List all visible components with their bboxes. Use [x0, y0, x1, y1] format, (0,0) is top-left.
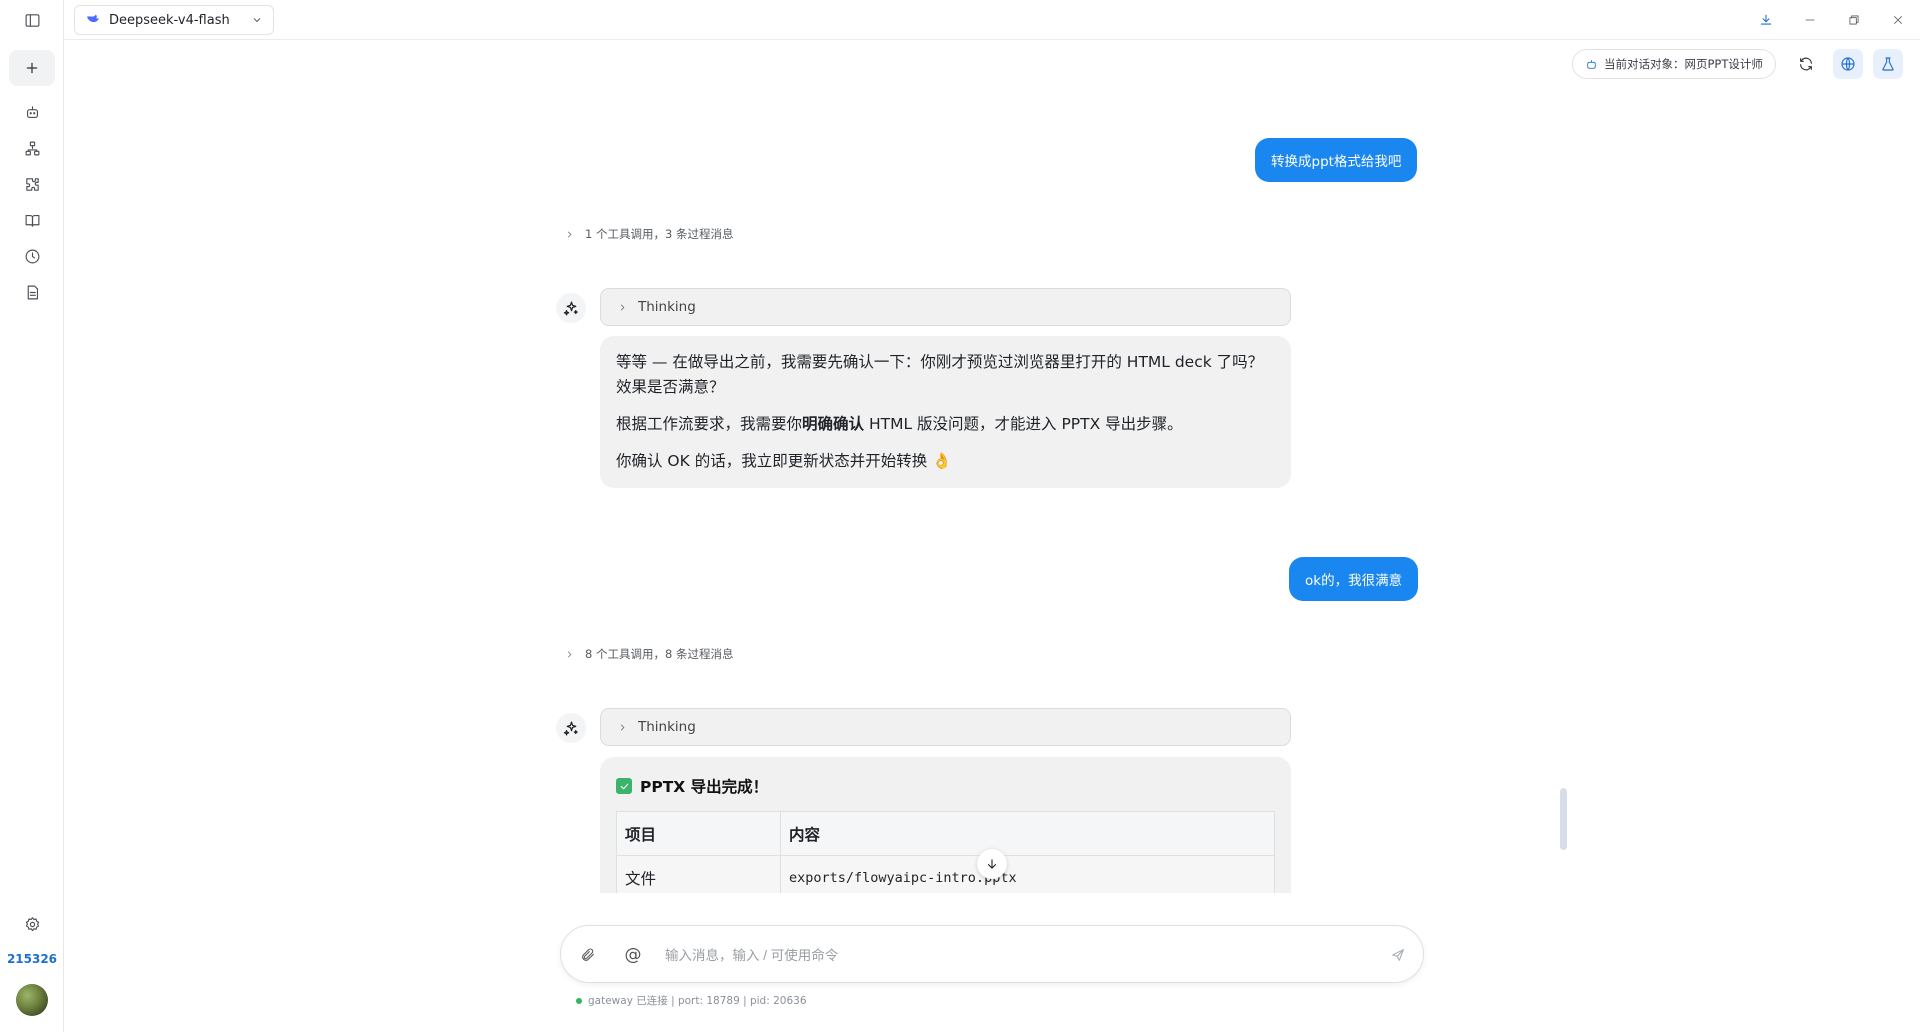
refresh-button[interactable] — [1791, 49, 1821, 79]
table-header: 内容 — [780, 811, 1275, 856]
mention-button[interactable]: @ — [623, 945, 643, 965]
plus-icon — [26, 62, 38, 74]
tool-calls-summary-label: 1 个工具调用，3 条过程消息 — [585, 227, 734, 241]
deepseek-logo-icon — [85, 10, 101, 30]
conversation-target-badge[interactable]: 当前对话对象：网页PPT设计师 — [1572, 49, 1776, 79]
sidebar-item-history[interactable] — [22, 246, 42, 266]
message-composer: @ — [560, 925, 1424, 983]
arrow-down-icon — [987, 859, 997, 869]
user-message: 转换成ppt格式给我吧 — [1255, 138, 1418, 182]
chevron-right-icon — [620, 723, 625, 731]
lab-button[interactable] — [1873, 49, 1903, 79]
table-row: 文件 exports/flowyaipc-intro.pptx — [616, 855, 1275, 893]
gear-icon — [25, 916, 39, 931]
assistant-message: PPTX 导出完成！ 项目 内容 文件 exports/flowyaipc-in… — [600, 757, 1291, 893]
sidebar-item-agents[interactable] — [22, 102, 42, 122]
model-name: Deepseek-v4-flash — [109, 12, 230, 28]
message-input[interactable] — [665, 940, 1345, 970]
close-button[interactable] — [1876, 0, 1920, 40]
message-text: 根据工作流要求，我需要你 — [616, 415, 803, 433]
thinking-label: Thinking — [638, 299, 696, 315]
table-header: 项目 — [616, 811, 781, 856]
check-icon — [616, 778, 632, 794]
assistant-avatar — [556, 293, 586, 323]
toggle-sidebar-icon[interactable] — [22, 10, 42, 30]
gateway-status-text: gateway 已连接 | port: 18789 | pid: 20636 — [588, 995, 807, 1007]
download-icon — [1760, 14, 1772, 25]
message-text: HTML 版没问题，才能进入 PPTX 导出步骤。 — [864, 415, 1183, 433]
restore-icon — [1849, 15, 1859, 25]
avatar[interactable] — [16, 984, 48, 1016]
restore-button[interactable] — [1832, 0, 1876, 40]
workflow-icon — [25, 141, 39, 155]
chevron-right-icon — [567, 650, 572, 658]
bot-icon — [26, 105, 38, 118]
model-selector[interactable]: Deepseek-v4-flash — [74, 5, 274, 35]
scroll-to-bottom-button[interactable] — [977, 849, 1007, 879]
message-bold-text: 明确确认 — [802, 415, 865, 433]
globe-icon — [1841, 57, 1855, 71]
send-icon — [1392, 949, 1404, 961]
table-cell: 文件 — [616, 855, 781, 893]
message-paragraph: 等等 — 在做导出之前，我需要先确认一下：你刚才预览过浏览器里打开的 HTML … — [616, 353, 1264, 396]
web-mode-button[interactable] — [1833, 49, 1863, 79]
sidebar-item-workflows[interactable] — [22, 138, 42, 158]
result-table: 项目 内容 文件 exports/flowyaipc-intro.pptx — [616, 811, 1275, 893]
sparkle-icon — [563, 721, 578, 735]
bot-icon — [1587, 59, 1596, 69]
tool-calls-summary-label: 8 个工具调用，8 条过程消息 — [585, 647, 734, 661]
user-id-label: 215326 — [6, 952, 58, 966]
send-button[interactable] — [1388, 945, 1408, 965]
document-icon — [27, 285, 38, 299]
export-complete-heading: PPTX 导出完成！ — [616, 771, 1275, 801]
sidebar-item-knowledge[interactable] — [22, 210, 42, 230]
table-header-row: 项目 内容 — [616, 811, 1275, 856]
flask-icon — [1882, 57, 1894, 71]
thinking-toggle[interactable]: Thinking — [600, 288, 1291, 326]
book-icon — [25, 214, 39, 227]
assistant-avatar — [556, 713, 586, 743]
status-dot-icon — [576, 997, 582, 1004]
minimize-button[interactable] — [1788, 0, 1832, 40]
sidebar-item-plugins[interactable] — [22, 174, 42, 194]
export-complete-title: PPTX 导出完成！ — [640, 778, 769, 796]
thinking-toggle[interactable]: Thinking — [600, 708, 1291, 746]
clock-icon — [25, 249, 39, 263]
table-cell: exports/flowyaipc-intro.pptx — [780, 855, 1275, 893]
close-icon — [1894, 16, 1902, 24]
at-icon: @ — [624, 945, 642, 965]
conversation-target-label: 当前对话对象：网页PPT设计师 — [1604, 57, 1763, 71]
message-paragraph: 根据工作流要求，我需要你明确确认 HTML 版没问题，才能进入 PPTX 导出步… — [616, 412, 1275, 437]
refresh-icon — [1800, 57, 1812, 71]
minimize-icon — [1805, 19, 1815, 21]
chevron-right-icon — [620, 303, 625, 311]
download-button[interactable] — [1744, 0, 1788, 40]
assistant-message: 等等 — 在做导出之前，我需要先确认一下：你刚才预览过浏览器里打开的 HTML … — [600, 336, 1291, 488]
tool-calls-summary[interactable]: 8 个工具调用，8 条过程消息 — [564, 646, 733, 662]
topbar: Deepseek-v4-flash — [64, 0, 1920, 40]
gateway-status: gateway 已连接 | port: 18789 | pid: 20636 — [576, 993, 807, 1008]
user-message: ok的，我很满意 — [1289, 557, 1419, 601]
chevron-down-icon — [251, 11, 263, 30]
scrollbar-thumb[interactable] — [1560, 788, 1567, 850]
sparkle-icon — [563, 301, 578, 315]
chevron-right-icon — [567, 230, 572, 238]
new-chat-button[interactable] — [9, 50, 55, 86]
sidebar-item-docs[interactable] — [22, 282, 42, 302]
sidebar: 215326 — [0, 0, 64, 1032]
paperclip-icon — [582, 948, 594, 961]
message-paragraph: 你确认 OK 的话，我立即更新状态并开始转换 👌 — [616, 452, 952, 470]
attach-button[interactable] — [578, 945, 598, 965]
puzzle-icon — [25, 177, 39, 191]
tool-calls-summary[interactable]: 1 个工具调用，3 条过程消息 — [564, 226, 733, 242]
thinking-label: Thinking — [638, 719, 696, 735]
settings-button[interactable] — [22, 914, 42, 934]
